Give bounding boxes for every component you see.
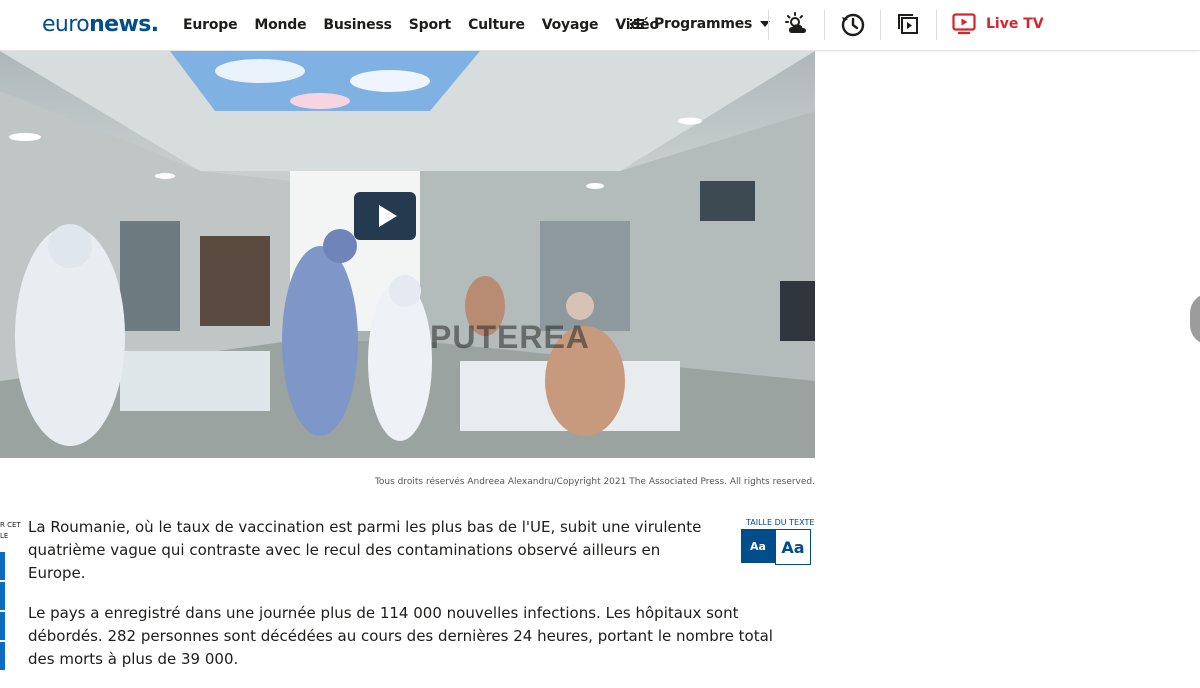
collection-icon[interactable] — [896, 12, 920, 41]
article-paragraph: Le pays a enregistré dans une journée pl… — [28, 604, 773, 668]
text-size-control: Aa Aa — [741, 529, 811, 565]
programmes-dropdown[interactable]: Programmes — [630, 16, 771, 32]
text-size-large-button[interactable]: Aa — [775, 529, 811, 565]
share-button[interactable] — [0, 642, 5, 670]
live-tv-label: Live TV — [986, 16, 1044, 32]
share-button[interactable] — [0, 582, 5, 610]
article-paragraph: La Roumanie, où le taux de vaccination e… — [28, 518, 702, 582]
nav-culture[interactable]: Culture — [468, 17, 525, 33]
share-button[interactable] — [0, 612, 5, 640]
divider — [824, 10, 825, 40]
side-scroll-handle[interactable] — [1190, 293, 1200, 345]
text-size-label: TAILLE DU TEXTE — [746, 518, 815, 527]
article-video[interactable]: PUTEREA — [0, 51, 815, 458]
weather-icon[interactable] — [784, 12, 810, 43]
play-button[interactable] — [354, 192, 416, 240]
nav-sport[interactable]: Sport — [409, 17, 452, 33]
nav-voyage[interactable]: Voyage — [542, 17, 599, 33]
article-body: La Roumanie, où le taux de vaccination e… — [28, 516, 798, 688]
history-icon[interactable] — [840, 12, 866, 43]
nav-business[interactable]: Business — [323, 17, 392, 33]
nav-europe[interactable]: Europe — [183, 17, 238, 33]
share-rail-label: R CET LE — [0, 521, 21, 540]
live-tv-icon — [952, 13, 976, 35]
logo-text-part1: euro — [42, 12, 90, 37]
live-tv-link[interactable]: Live TV — [952, 13, 1044, 35]
nav-monde[interactable]: Monde — [254, 17, 306, 33]
watermark-text: PUTEREA — [430, 319, 590, 355]
list-icon — [630, 18, 644, 30]
share-button[interactable] — [0, 552, 5, 580]
divider — [936, 10, 937, 40]
text-size-small-button[interactable]: Aa — [741, 529, 775, 563]
logo-text-part2: news. — [89, 12, 159, 37]
main-nav: Europe Monde Business Sport Culture Voya… — [183, 17, 676, 33]
divider — [880, 10, 881, 40]
euronews-logo[interactable]: euronews. — [42, 12, 159, 37]
programmes-label: Programmes — [654, 16, 753, 32]
image-caption: Tous droits réservés Andreea Alexandru/C… — [374, 477, 815, 487]
video-thumbnail-image — [0, 51, 815, 458]
site-header: euronews. Europe Monde Business Sport Cu… — [0, 0, 1200, 51]
divider — [768, 10, 769, 40]
